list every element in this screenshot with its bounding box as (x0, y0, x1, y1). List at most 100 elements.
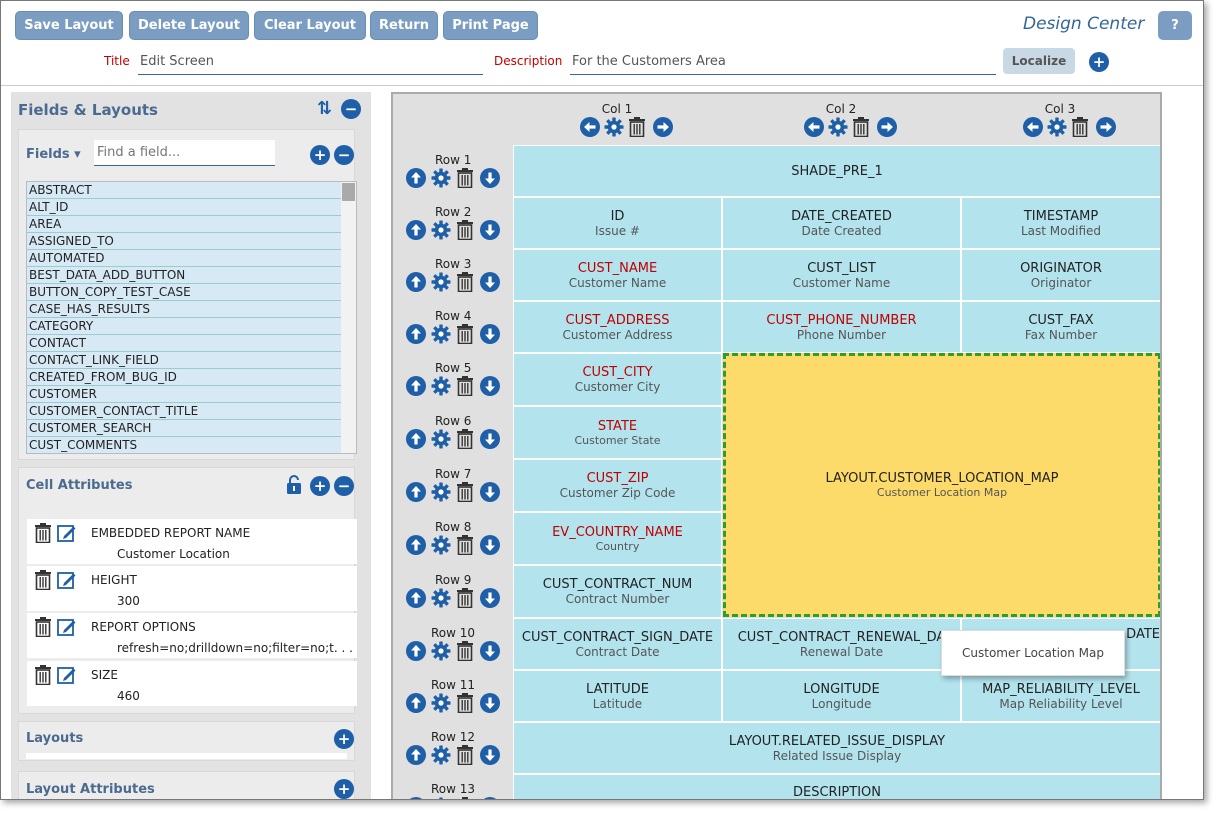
add-layout-attribute-icon[interactable]: + (334, 779, 354, 799)
layout-cell[interactable]: DATE_CREATED Date Created (722, 197, 961, 249)
move-up-icon[interactable] (406, 745, 426, 765)
delete-icon[interactable] (1072, 117, 1088, 137)
move-up-icon[interactable] (406, 535, 426, 555)
move-up-icon[interactable] (406, 376, 426, 396)
move-up-icon[interactable] (406, 588, 426, 608)
delete-icon[interactable] (35, 523, 51, 543)
help-button[interactable]: ? (1158, 11, 1192, 40)
delete-icon[interactable] (457, 376, 473, 396)
unlock-icon[interactable] (285, 475, 303, 495)
settings-icon[interactable] (828, 117, 848, 137)
layout-cell[interactable]: MAP_RELIABILITY_LEVEL Map Reliability Lev… (961, 670, 1160, 722)
edit-icon[interactable] (57, 523, 77, 543)
delete-icon[interactable] (457, 535, 473, 555)
layout-cell[interactable]: CUST_CITY Customer City (513, 353, 722, 406)
move-right-icon[interactable] (1096, 117, 1116, 137)
field-list-item[interactable]: CUSTOMER_SEARCH (27, 420, 341, 437)
move-down-icon[interactable] (480, 324, 500, 344)
move-down-icon[interactable] (480, 797, 500, 799)
move-up-icon[interactable] (406, 693, 426, 713)
move-down-icon[interactable] (480, 429, 500, 449)
field-list-item[interactable]: CUSTOMER_CONTACT_TITLE (27, 403, 341, 420)
description-input[interactable] (570, 49, 996, 75)
add-layout-icon[interactable]: + (334, 729, 354, 749)
move-right-icon[interactable] (653, 117, 673, 137)
field-list-item[interactable]: CASE_HAS_RESULTS (27, 301, 341, 318)
move-down-icon[interactable] (480, 482, 500, 502)
field-list-item[interactable]: CATEGORY (27, 318, 341, 335)
field-list-item[interactable]: AREA (27, 216, 341, 233)
field-list-item[interactable]: AUTOMATED (27, 250, 341, 267)
layout-cell[interactable]: CUST_ADDRESS Customer Address (513, 301, 722, 353)
layout-cell[interactable]: CUST_ZIP Customer Zip Code (513, 459, 722, 512)
layout-cell[interactable]: DESCRIPTION (513, 774, 1160, 799)
settings-icon[interactable] (1047, 117, 1067, 137)
layout-cell[interactable]: CUST_NAME Customer Name (513, 249, 722, 301)
layout-cell[interactable]: ID Issue # (513, 197, 722, 249)
settings-icon[interactable] (431, 220, 451, 240)
move-up-icon[interactable] (406, 272, 426, 292)
layout-cell[interactable]: SHADE_PRE_1 (513, 145, 1160, 197)
edit-icon[interactable] (57, 617, 77, 637)
layout-cell[interactable]: CUST_CONTRACT_RENEWAL_DA Renewal Date (722, 618, 961, 670)
layout-cell[interactable]: EV_COUNTRY_NAME Country (513, 512, 722, 565)
move-left-icon[interactable] (804, 117, 824, 137)
move-left-icon[interactable] (580, 117, 600, 137)
move-down-icon[interactable] (480, 745, 500, 765)
delete-icon[interactable] (35, 570, 51, 590)
title-input[interactable] (138, 49, 483, 75)
delete-icon[interactable] (457, 168, 473, 188)
settings-icon[interactable] (431, 376, 451, 396)
field-list-item[interactable]: CONTACT (27, 335, 341, 352)
delete-icon[interactable] (457, 693, 473, 713)
layout-cell[interactable]: ORIGINATOR Originator (961, 249, 1160, 301)
delete-layout-button[interactable]: Delete Layout (129, 11, 249, 40)
field-search-input[interactable] (94, 140, 275, 166)
remove-attribute-icon[interactable]: − (334, 476, 354, 496)
add-icon[interactable]: + (1089, 52, 1109, 72)
move-up-icon[interactable] (406, 168, 426, 188)
settings-icon[interactable] (431, 482, 451, 502)
layout-cell[interactable]: LAYOUT.RELATED_ISSUE_DISPLAY Related Issu… (513, 722, 1160, 774)
move-down-icon[interactable] (480, 376, 500, 396)
field-list-item[interactable]: CREATED_FROM_BUG_ID (27, 369, 341, 386)
field-list-item[interactable]: ALT_ID (27, 199, 341, 216)
delete-icon[interactable] (457, 482, 473, 502)
move-down-icon[interactable] (480, 693, 500, 713)
field-list-item[interactable]: ABSTRACT (27, 182, 341, 199)
layout-cell[interactable]: CUST_PHONE_NUMBER Phone Number (722, 301, 961, 353)
settings-icon[interactable] (431, 168, 451, 188)
move-up-icon[interactable] (406, 797, 426, 799)
layout-cell[interactable]: CUST_CONTRACT_SIGN_DATE Contract Date (513, 618, 722, 670)
move-up-icon[interactable] (406, 482, 426, 502)
delete-icon[interactable] (457, 220, 473, 240)
sort-icon[interactable]: ⇅ (317, 98, 332, 119)
settings-icon[interactable] (431, 588, 451, 608)
settings-icon[interactable] (431, 693, 451, 713)
field-list-item[interactable]: BEST_DATA_ADD_BUTTON (27, 267, 341, 284)
move-down-icon[interactable] (480, 588, 500, 608)
field-list-item[interactable]: BUTTON_COPY_TEST_CASE (27, 284, 341, 301)
return-button[interactable]: Return (370, 11, 438, 40)
delete-icon[interactable] (457, 588, 473, 608)
delete-icon[interactable] (629, 117, 645, 137)
fields-dropdown[interactable]: Fields ▾ (26, 147, 81, 162)
edit-icon[interactable] (57, 570, 77, 590)
layout-cell[interactable]: LATITUDE Latitude (513, 670, 722, 722)
move-down-icon[interactable] (480, 272, 500, 292)
remove-field-icon[interactable]: − (334, 145, 354, 165)
delete-icon[interactable] (457, 641, 473, 661)
move-right-icon[interactable] (877, 117, 897, 137)
move-up-icon[interactable] (406, 324, 426, 344)
delete-icon[interactable] (35, 665, 51, 685)
layout-cell[interactable]: TIMESTAMP Last Modified (961, 197, 1160, 249)
add-attribute-icon[interactable]: + (310, 476, 330, 496)
layout-cell[interactable]: CUST_LIST Customer Name (722, 249, 961, 301)
print-page-button[interactable]: Print Page (443, 11, 538, 40)
layout-cell[interactable]: STATE Customer State (513, 406, 722, 459)
settings-icon[interactable] (431, 429, 451, 449)
settings-icon[interactable] (431, 641, 451, 661)
layout-cell[interactable]: CUST_CONTRACT_NUM Contract Number (513, 565, 722, 618)
edit-icon[interactable] (57, 665, 77, 685)
layout-cell[interactable]: LONGITUDE Longitude (722, 670, 961, 722)
